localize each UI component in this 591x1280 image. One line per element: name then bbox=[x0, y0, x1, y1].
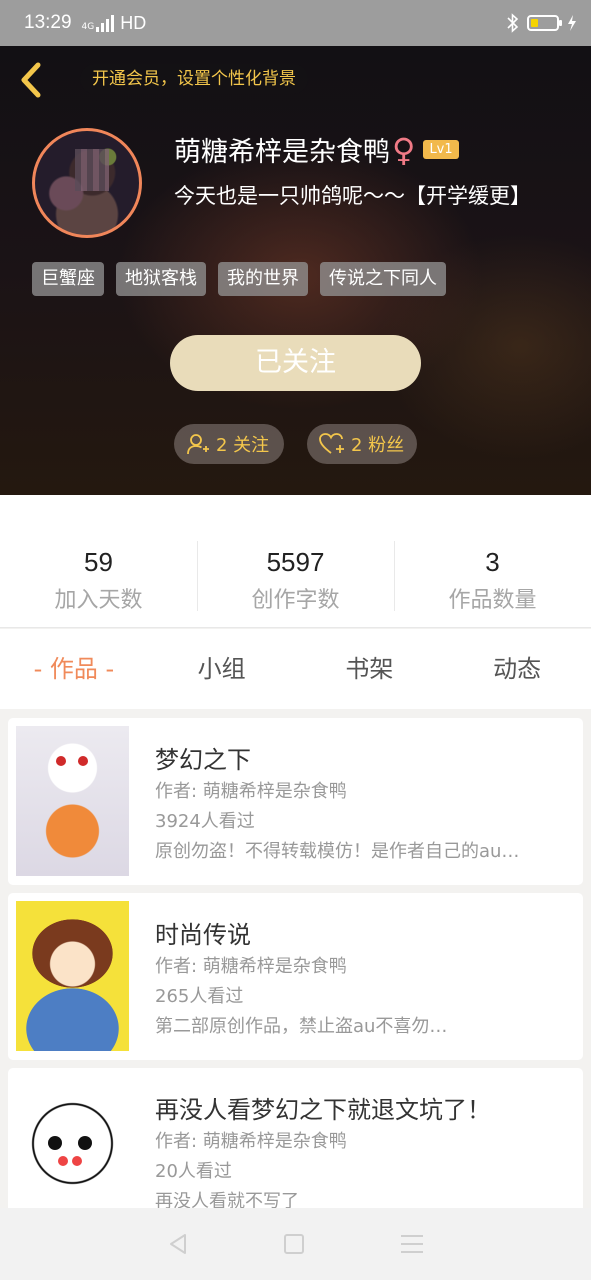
stat-label: 加入天数 bbox=[54, 588, 143, 613]
work-title: 时尚传说 bbox=[155, 921, 251, 949]
status-time: 13:29 bbox=[24, 12, 72, 33]
tag-item[interactable]: 巨蟹座 bbox=[32, 262, 104, 296]
work-title: 再没人看梦幻之下就退文坑了！ bbox=[155, 1096, 491, 1124]
female-icon: ♀ bbox=[392, 130, 416, 169]
tag-list: 巨蟹座 地狱客栈 我的世界 传说之下同人 bbox=[32, 262, 446, 296]
network-indicator: 4G bbox=[81, 14, 115, 32]
works-list: 梦幻之下 作者: 萌糖希梓是杂食鸭 3924人看过 原创勿盗！不得转载模仿！是作… bbox=[8, 718, 583, 1243]
work-views: 20人看过 bbox=[155, 1161, 232, 1182]
following-count-button[interactable]: 2 关注 bbox=[174, 424, 284, 464]
avatar[interactable] bbox=[32, 128, 142, 238]
follow-user-icon bbox=[187, 434, 209, 455]
work-cover-image bbox=[16, 726, 129, 876]
tab-activity[interactable]: 动态 bbox=[443, 629, 591, 709]
stat-value: 5597 bbox=[266, 547, 325, 577]
stat-word-count: 5597 创作字数 bbox=[197, 495, 394, 627]
nickname-row: 萌糖希梓是杂食鸭 ♀ Lv1 bbox=[174, 130, 459, 169]
tab-works[interactable]: - 作品 - bbox=[0, 629, 148, 709]
nav-menu-icon[interactable] bbox=[400, 1235, 423, 1253]
work-cover-image bbox=[16, 1076, 129, 1226]
followed-button[interactable]: 已关注 bbox=[170, 335, 421, 391]
tab-bookshelf[interactable]: 书架 bbox=[296, 629, 444, 709]
signal-icon bbox=[96, 14, 115, 32]
work-views: 3924人看过 bbox=[155, 811, 255, 832]
tag-item[interactable]: 传说之下同人 bbox=[320, 262, 446, 296]
charging-icon bbox=[568, 15, 576, 31]
tag-item[interactable]: 地狱客栈 bbox=[116, 262, 206, 296]
stat-value: 3 bbox=[485, 547, 500, 577]
stat-value: 59 bbox=[84, 547, 113, 577]
tag-item[interactable]: 我的世界 bbox=[218, 262, 308, 296]
work-author: 作者: 萌糖希梓是杂食鸭 bbox=[155, 956, 347, 977]
level-badge: Lv1 bbox=[423, 140, 459, 159]
fans-count: 2 粉丝 bbox=[351, 435, 405, 456]
stat-label: 作品数量 bbox=[448, 588, 537, 613]
tab-bar: - 作品 - 小组 书架 动态 bbox=[0, 629, 591, 709]
stat-label: 创作字数 bbox=[251, 588, 340, 613]
network-type: 4G bbox=[81, 21, 95, 32]
work-title: 梦幻之下 bbox=[155, 746, 251, 774]
stat-join-days: 59 加入天数 bbox=[0, 495, 197, 627]
work-views: 265人看过 bbox=[155, 986, 244, 1007]
back-chevron-icon[interactable] bbox=[16, 60, 46, 100]
work-cover-image bbox=[16, 901, 129, 1051]
battery-icon bbox=[527, 15, 562, 31]
work-description: 第二部原创作品，禁止盗au不喜勿… bbox=[155, 1016, 448, 1037]
work-description: 原创勿盗！不得转载模仿！是作者自己的au… bbox=[155, 841, 520, 862]
fans-count-button[interactable]: 2 粉丝 bbox=[307, 424, 417, 464]
tab-groups[interactable]: 小组 bbox=[148, 629, 296, 709]
status-bar: 13:29 4G HD bbox=[0, 0, 591, 46]
following-count: 2 关注 bbox=[216, 435, 270, 456]
stat-works-count: 3 作品数量 bbox=[394, 495, 591, 627]
work-card[interactable]: 时尚传说 作者: 萌糖希梓是杂食鸭 265人看过 第二部原创作品，禁止盗au不喜… bbox=[8, 893, 583, 1060]
hd-indicator: HD bbox=[120, 12, 147, 33]
system-nav-bar bbox=[0, 1208, 591, 1280]
bluetooth-icon bbox=[507, 13, 519, 33]
nickname: 萌糖希梓是杂食鸭 bbox=[174, 137, 390, 168]
nav-home-icon[interactable] bbox=[284, 1234, 305, 1254]
work-card[interactable]: 梦幻之下 作者: 萌糖希梓是杂食鸭 3924人看过 原创勿盗！不得转载模仿！是作… bbox=[8, 718, 583, 885]
stats-panel: 59 加入天数 5597 创作字数 3 作品数量 bbox=[0, 495, 591, 628]
work-author: 作者: 萌糖希梓是杂食鸭 bbox=[155, 1131, 347, 1152]
heart-plus-icon bbox=[319, 433, 344, 454]
profile-header: 开通会员，设置个性化背景 萌糖希梓是杂食鸭 ♀ Lv1 今天也是一只帅鸽呢～～【… bbox=[0, 46, 591, 495]
signature: 今天也是一只帅鸽呢～～【开学缓更】 bbox=[174, 184, 531, 208]
set-background-button[interactable]: 开通会员，设置个性化背景 bbox=[80, 64, 308, 94]
work-author: 作者: 萌糖希梓是杂食鸭 bbox=[155, 781, 347, 802]
nav-back-icon[interactable] bbox=[168, 1233, 188, 1255]
